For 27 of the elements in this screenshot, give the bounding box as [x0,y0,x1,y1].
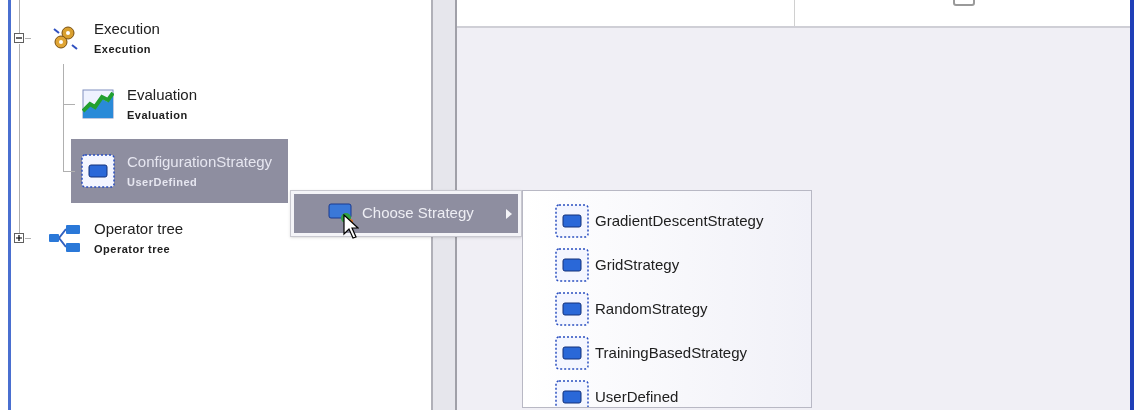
component-icon [81,154,115,188]
node-subtitle: Execution [94,43,153,56]
node-title: ConfigurationStrategy [127,153,273,170]
component-icon [555,204,589,238]
component-icon [555,292,589,326]
menu-item[interactable]: GradientDescentStrategy [523,199,811,243]
menu-item[interactable]: TrainingBasedStrategy [523,331,811,375]
gears-icon [52,25,78,51]
menu-item[interactable]: UserDefined [523,375,811,407]
tree-icon [48,223,82,253]
node-title: Operator tree [94,220,184,237]
node-subtitle: Evaluation [127,109,189,122]
collapse-icon[interactable] [14,33,24,43]
component-icon [555,336,589,370]
node-subtitle: UserDefined [127,176,199,189]
node-title: Evaluation [127,86,198,103]
tree-node[interactable]: Execution Execution [38,6,176,70]
component-icon [555,248,589,282]
tree-node[interactable]: Operator tree Operator tree [38,206,200,270]
menu-item[interactable]: GridStrategy [523,243,811,287]
chart-icon [82,89,114,119]
menu-item[interactable]: RandomStrategy [523,287,811,331]
node-subtitle: Operator tree [94,243,172,256]
expand-icon[interactable] [14,233,24,243]
tree-node[interactable]: Evaluation Evaluation [71,72,214,136]
node-title: Execution [94,20,160,37]
component-icon [555,380,589,407]
